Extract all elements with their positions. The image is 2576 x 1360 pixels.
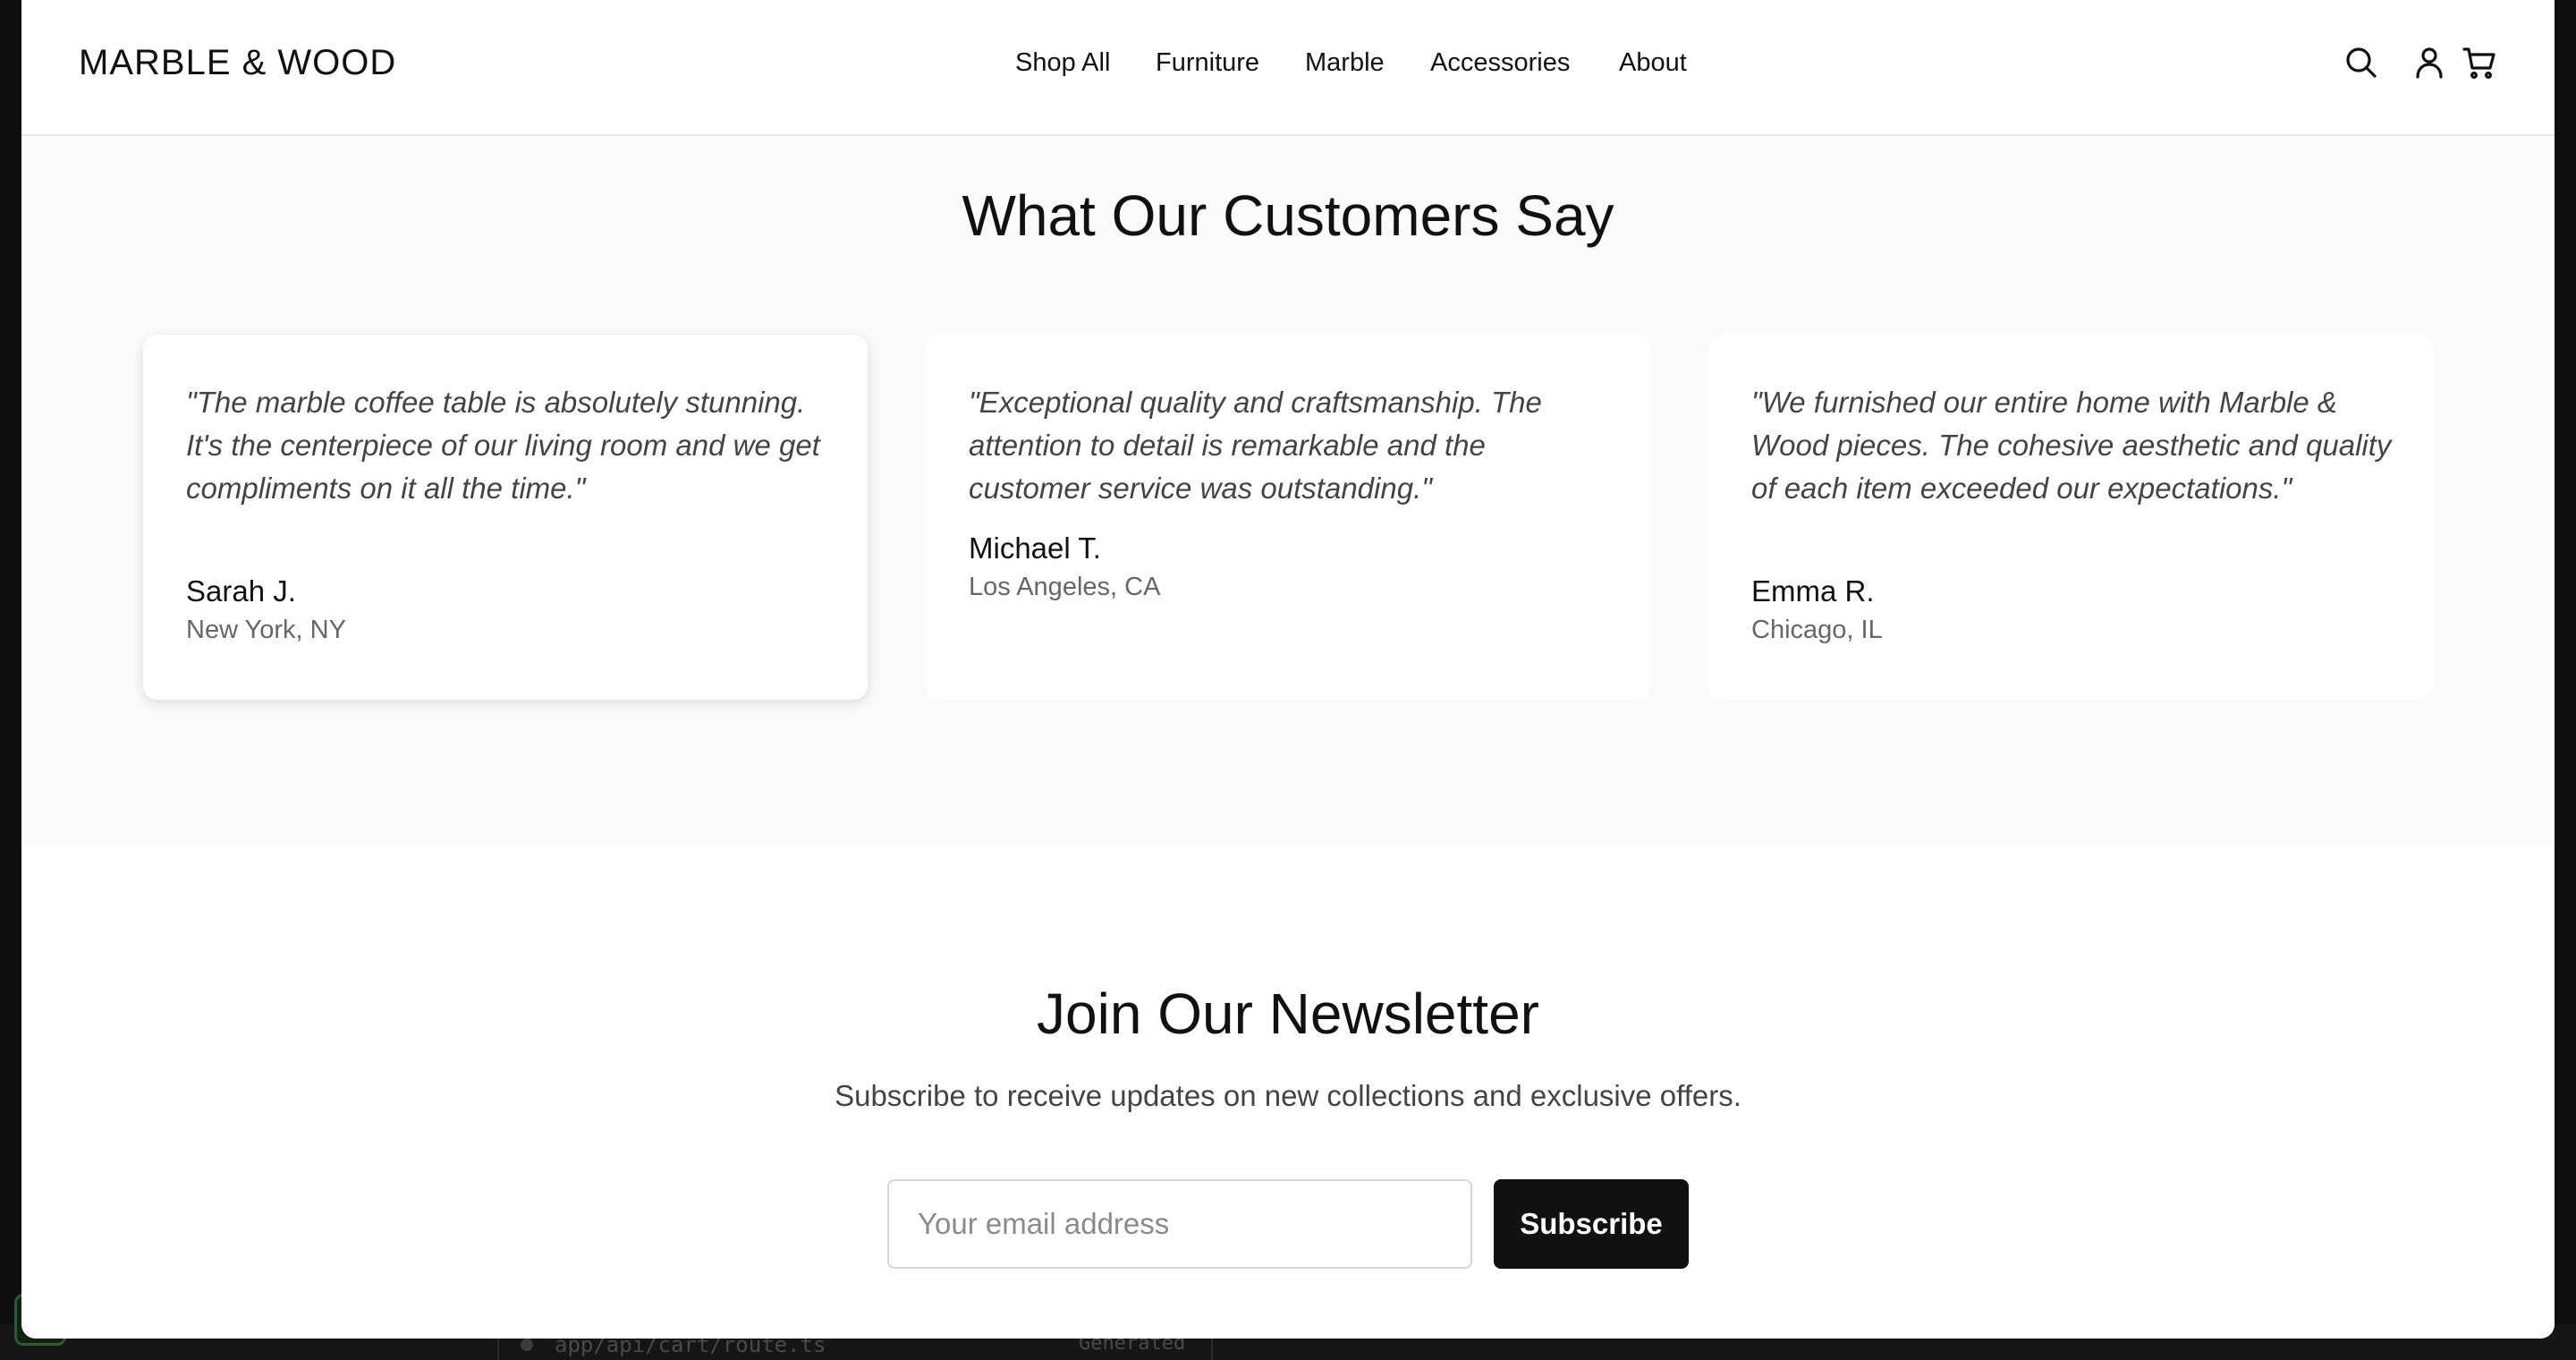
testimonial-quote: "The marble coffee table is absolutely s… <box>186 386 820 505</box>
testimonial-author: Sarah J. <box>186 574 296 608</box>
user-icon[interactable] <box>2411 45 2447 81</box>
nav-item-marble[interactable]: Marble <box>1305 48 1385 78</box>
nav-item-furniture[interactable]: Furniture <box>1156 48 1259 78</box>
testimonial-card: "The marble coffee table is absolutely s… <box>143 335 868 700</box>
testimonial-location: New York, NY <box>186 616 346 644</box>
site-header: MARBLE & WOOD Shop All Furniture Marble … <box>21 0 2555 136</box>
newsletter-title: Join Our Newsletter <box>1037 982 1539 1046</box>
testimonial-location: Chicago, IL <box>1751 616 1883 644</box>
newsletter-section: Join Our Newsletter Subscribe to receive… <box>21 845 2555 1339</box>
newsletter-subtitle: Subscribe to receive updates on new coll… <box>835 1079 1741 1112</box>
subscribe-button[interactable]: Subscribe <box>1494 1179 1689 1269</box>
main-nav: Shop All Furniture Marble Accessories Ab… <box>21 48 2555 84</box>
testimonial-card: "Exceptional quality and craftsmanship. … <box>926 335 1650 700</box>
testimonials-section: What Our Customers Say "The marble coffe… <box>21 136 2555 845</box>
nav-item-accessories[interactable]: Accessories <box>1430 48 1570 78</box>
browser-viewport: MARBLE & WOOD Shop All Furniture Marble … <box>21 0 2555 1339</box>
testimonials-title: What Our Customers Say <box>962 183 1614 248</box>
nav-item-shop-all[interactable]: Shop All <box>1015 48 1110 78</box>
testimonial-author: Michael T. <box>969 531 1101 565</box>
testimonial-quote: "Exceptional quality and craftsmanship. … <box>969 386 1542 505</box>
testimonial-location: Los Angeles, CA <box>969 573 1161 601</box>
testimonial-quote: "We furnished our entire home with Marbl… <box>1751 386 2392 505</box>
testimonial-card: "We furnished our entire home with Marbl… <box>1708 335 2433 700</box>
search-icon[interactable] <box>2343 45 2379 81</box>
nav-item-about[interactable]: About <box>1619 48 1687 78</box>
email-input[interactable] <box>887 1179 1472 1269</box>
background-file-dot <box>521 1339 533 1351</box>
testimonial-author: Emma R. <box>1751 574 1875 608</box>
cart-icon[interactable] <box>2462 45 2497 81</box>
